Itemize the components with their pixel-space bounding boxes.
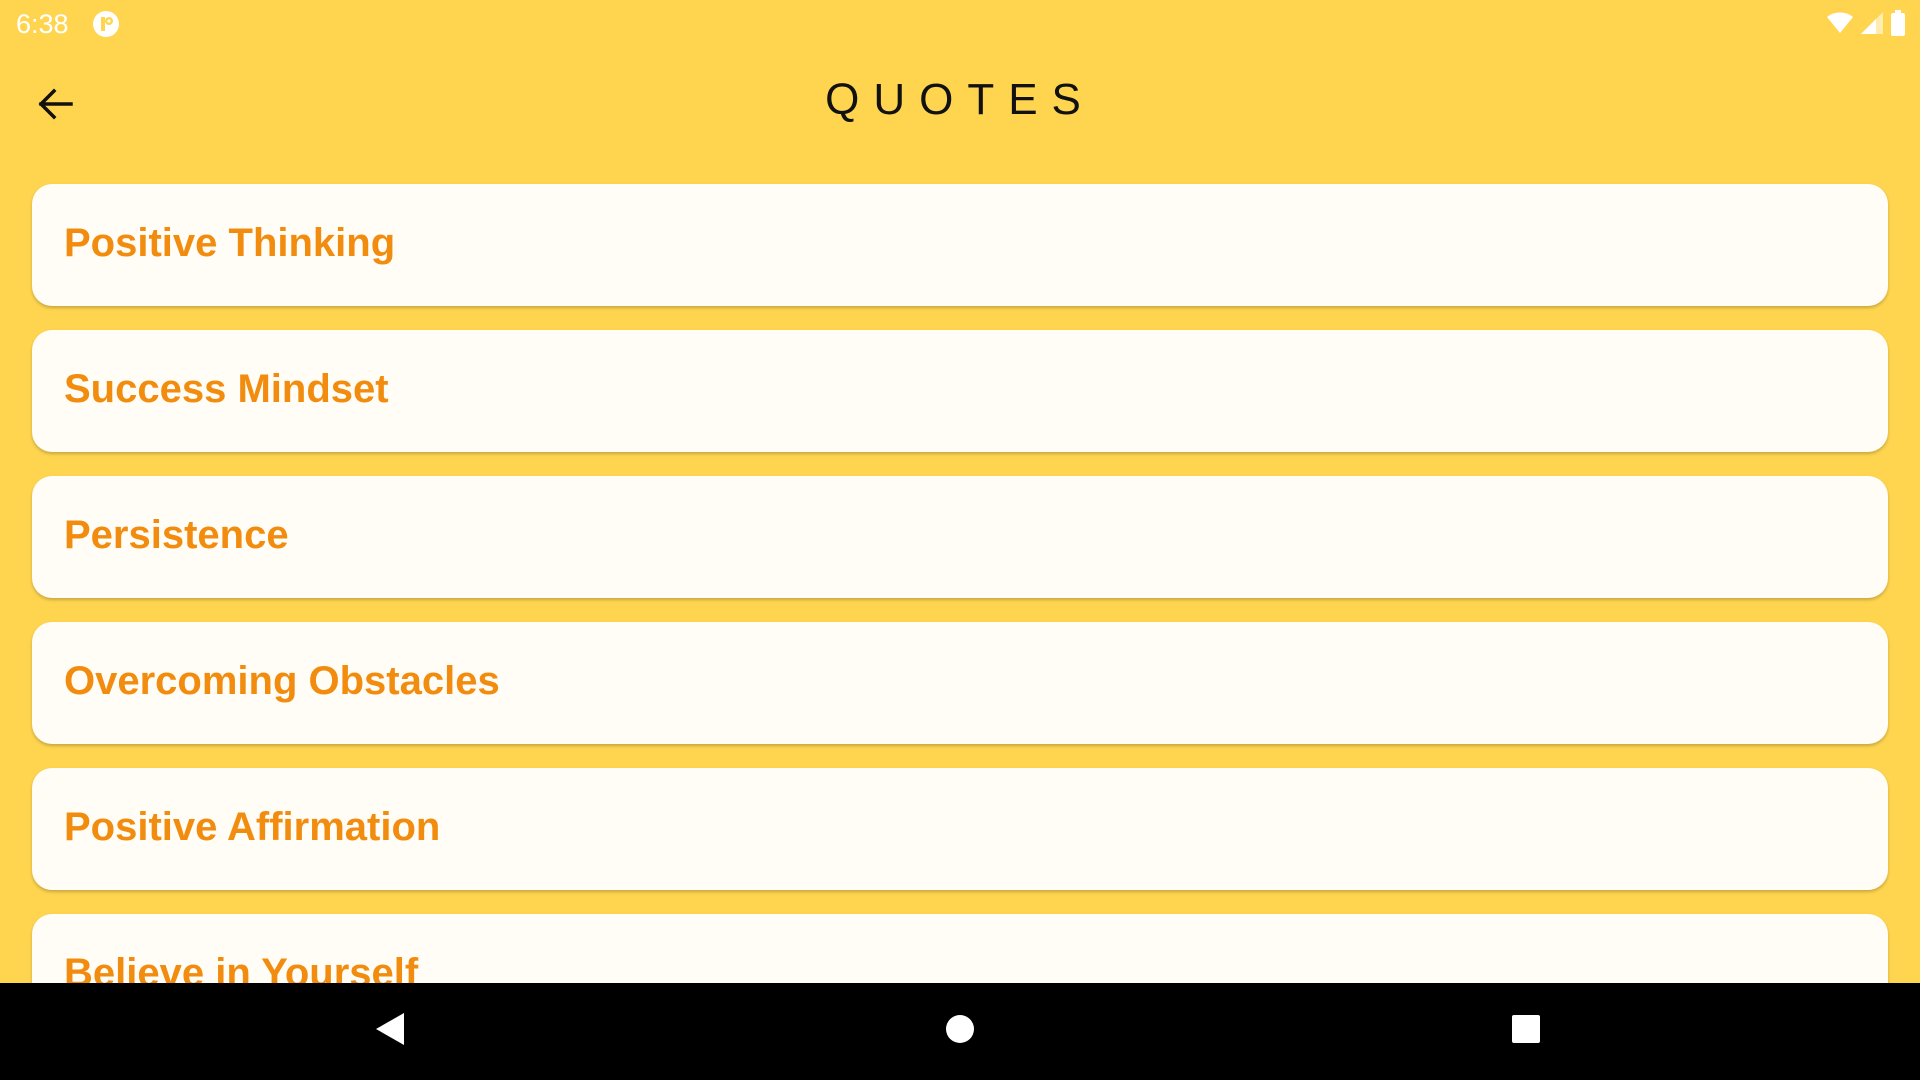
nav-home-button[interactable] <box>930 1001 990 1061</box>
battery-icon <box>1890 9 1906 41</box>
category-list: Positive Thinking Success Mindset Persis… <box>32 184 1888 983</box>
app-screen: 6:38 QUOTES Positive Thinking Success Mi… <box>0 0 1920 983</box>
status-icons <box>1826 9 1906 41</box>
notification-app-icon <box>92 10 120 38</box>
category-card-overcoming-obstacles[interactable]: Overcoming Obstacles <box>32 622 1888 744</box>
status-time: 6:38 <box>16 9 69 39</box>
nav-back-triangle-icon <box>374 1011 406 1052</box>
wifi-icon <box>1826 11 1854 40</box>
category-card-positive-affirmation[interactable]: Positive Affirmation <box>32 768 1888 890</box>
app-bar: QUOTES <box>0 49 1920 159</box>
category-card-success-mindset[interactable]: Success Mindset <box>32 330 1888 452</box>
nav-recents-button[interactable] <box>1496 1001 1556 1061</box>
category-card-believe-in-yourself[interactable]: Believe in Yourself <box>32 914 1888 983</box>
category-label: Success Mindset <box>64 367 389 411</box>
page-title: QUOTES <box>825 75 1095 124</box>
system-navigation-bar <box>0 983 1920 1080</box>
nav-back-button[interactable] <box>360 1001 420 1061</box>
category-label: Believe in Yourself <box>64 951 419 983</box>
category-label: Persistence <box>64 513 289 557</box>
status-bar: 6:38 <box>0 0 1920 49</box>
nav-home-circle-icon <box>945 1014 975 1049</box>
nav-recents-square-icon <box>1511 1014 1541 1049</box>
category-label: Positive Affirmation <box>64 805 441 849</box>
category-label: Positive Thinking <box>64 221 396 265</box>
category-label: Overcoming Obstacles <box>64 659 500 703</box>
cell-signal-icon <box>1860 11 1884 40</box>
category-card-positive-thinking[interactable]: Positive Thinking <box>32 184 1888 306</box>
category-card-persistence[interactable]: Persistence <box>32 476 1888 598</box>
